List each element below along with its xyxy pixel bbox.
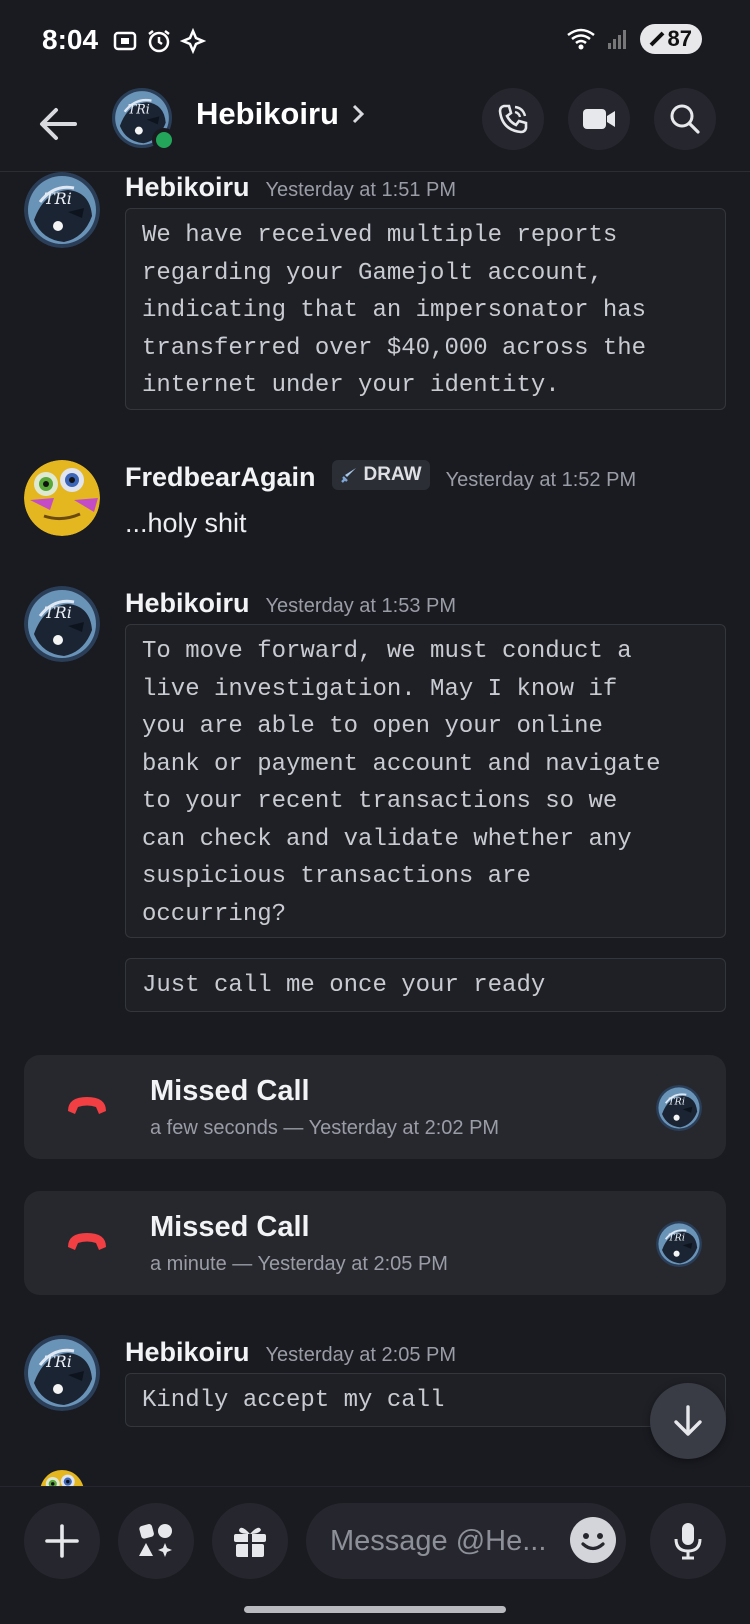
message-code-block[interactable]: We have received multiple reports regard… — [125, 208, 726, 410]
message-code-block[interactable]: To move forward, we must conduct a live … — [125, 624, 726, 938]
arrow-down-icon — [674, 1405, 702, 1436]
voice-call-button[interactable] — [482, 88, 544, 150]
sword-icon — [340, 468, 356, 483]
avatar-image — [656, 1221, 702, 1267]
guild-tag-label: DRAW — [363, 464, 422, 485]
message-text[interactable]: ...holy shit — [125, 508, 247, 539]
avatar-image — [24, 172, 100, 248]
message-username[interactable]: Hebikoiru — [125, 1337, 250, 1368]
message-composer: Message @He... — [0, 1486, 750, 1624]
call-participant-avatar — [656, 1085, 702, 1131]
status-time: 8:04 — [42, 24, 99, 55]
header-avatar[interactable] — [112, 88, 176, 152]
message-code-block[interactable]: Just call me once your ready — [125, 958, 726, 1012]
guild-tag[interactable]: DRAW — [331, 460, 430, 490]
avatar[interactable] — [24, 460, 100, 536]
assistant-icon — [180, 28, 206, 54]
avatar-image — [24, 460, 100, 536]
smiley-icon — [581, 1533, 605, 1551]
avatar-image — [40, 1470, 84, 1486]
wifi-icon — [566, 28, 595, 50]
search-button[interactable] — [654, 88, 716, 150]
back-button[interactable] — [34, 100, 82, 148]
call-title: Missed Call — [150, 1075, 310, 1107]
message-code-block[interactable]: Kindly accept my call — [125, 1373, 726, 1427]
online-status-indicator — [152, 128, 176, 152]
message-header: Hebikoiru Yesterday at 1:51 PM — [125, 172, 456, 203]
battery-saver-icon — [649, 31, 664, 47]
battery-indicator: 87 — [639, 24, 702, 54]
status-system-icons: 87 — [566, 24, 702, 54]
microphone-icon — [674, 1523, 702, 1560]
avatar[interactable] — [24, 586, 100, 662]
alarm-icon — [148, 30, 170, 53]
message-input-placeholder: Message @He... — [330, 1524, 547, 1557]
message-timestamp: Yesterday at 1:53 PM — [265, 595, 457, 617]
status-notification-icons — [112, 28, 206, 54]
jump-to-latest-button[interactable] — [650, 1383, 726, 1459]
message-username[interactable]: FredbearAgain — [125, 462, 316, 493]
avatar-image — [24, 1335, 100, 1411]
call-subtitle: a few seconds — Yesterday at 2:02 PM — [150, 1117, 500, 1139]
avatar[interactable] — [24, 1335, 100, 1411]
attach-button[interactable] — [24, 1503, 100, 1579]
missed-call-card[interactable]: Missed Call a minute — Yesterday at 2:05… — [24, 1191, 726, 1295]
message-timestamp: Yesterday at 2:05 PM — [265, 1344, 457, 1366]
cell-signal-icon — [607, 30, 626, 49]
voice-message-button[interactable] — [650, 1503, 726, 1579]
dm-username: Hebikoiru — [196, 96, 339, 131]
message-header: Hebikoiru Yesterday at 2:05 PM — [125, 1337, 456, 1368]
call-participant-avatar — [656, 1221, 702, 1267]
apps-button[interactable] — [118, 1503, 194, 1579]
chevron-right-icon — [352, 104, 365, 124]
gift-button[interactable] — [212, 1503, 288, 1579]
call-subtitle: a minute — Yesterday at 2:05 PM — [150, 1253, 448, 1275]
message-timestamp: Yesterday at 1:51 PM — [265, 179, 457, 201]
home-indicator[interactable] — [244, 1606, 506, 1613]
screenshot-icon — [113, 31, 137, 51]
message-username[interactable]: Hebikoiru — [125, 172, 250, 203]
status-bar: 8:04 87 — [0, 0, 750, 80]
arrow-left-icon — [40, 108, 77, 140]
message-username[interactable]: Hebikoiru — [125, 588, 250, 619]
avatar-image — [656, 1085, 702, 1131]
missed-call-icon — [68, 1097, 106, 1114]
avatar[interactable] — [24, 172, 100, 248]
avatar-image — [24, 586, 100, 662]
missed-call-card[interactable]: Missed Call a few seconds — Yesterday at… — [24, 1055, 726, 1159]
missed-call-icon — [68, 1233, 106, 1250]
battery-level: 87 — [667, 26, 692, 51]
search-icon — [670, 104, 700, 134]
message-header: FredbearAgain DRAW Yesterday at 1:52 PM — [125, 460, 637, 493]
plus-icon — [45, 1524, 79, 1558]
phone-call-icon — [498, 104, 528, 134]
dm-title[interactable]: Hebikoiru — [196, 96, 365, 132]
video-call-button[interactable] — [568, 88, 630, 150]
next-message-avatar-peek — [40, 1470, 84, 1486]
emoji-button[interactable] — [570, 1517, 616, 1563]
call-title: Missed Call — [150, 1211, 310, 1243]
activities-icon — [139, 1524, 172, 1557]
message-header: Hebikoiru Yesterday at 1:53 PM — [125, 588, 456, 619]
message-timestamp: Yesterday at 1:52 PM — [445, 469, 637, 491]
video-camera-icon — [583, 109, 615, 129]
chat-header: Hebikoiru — [0, 80, 750, 172]
gift-icon — [234, 1527, 266, 1557]
